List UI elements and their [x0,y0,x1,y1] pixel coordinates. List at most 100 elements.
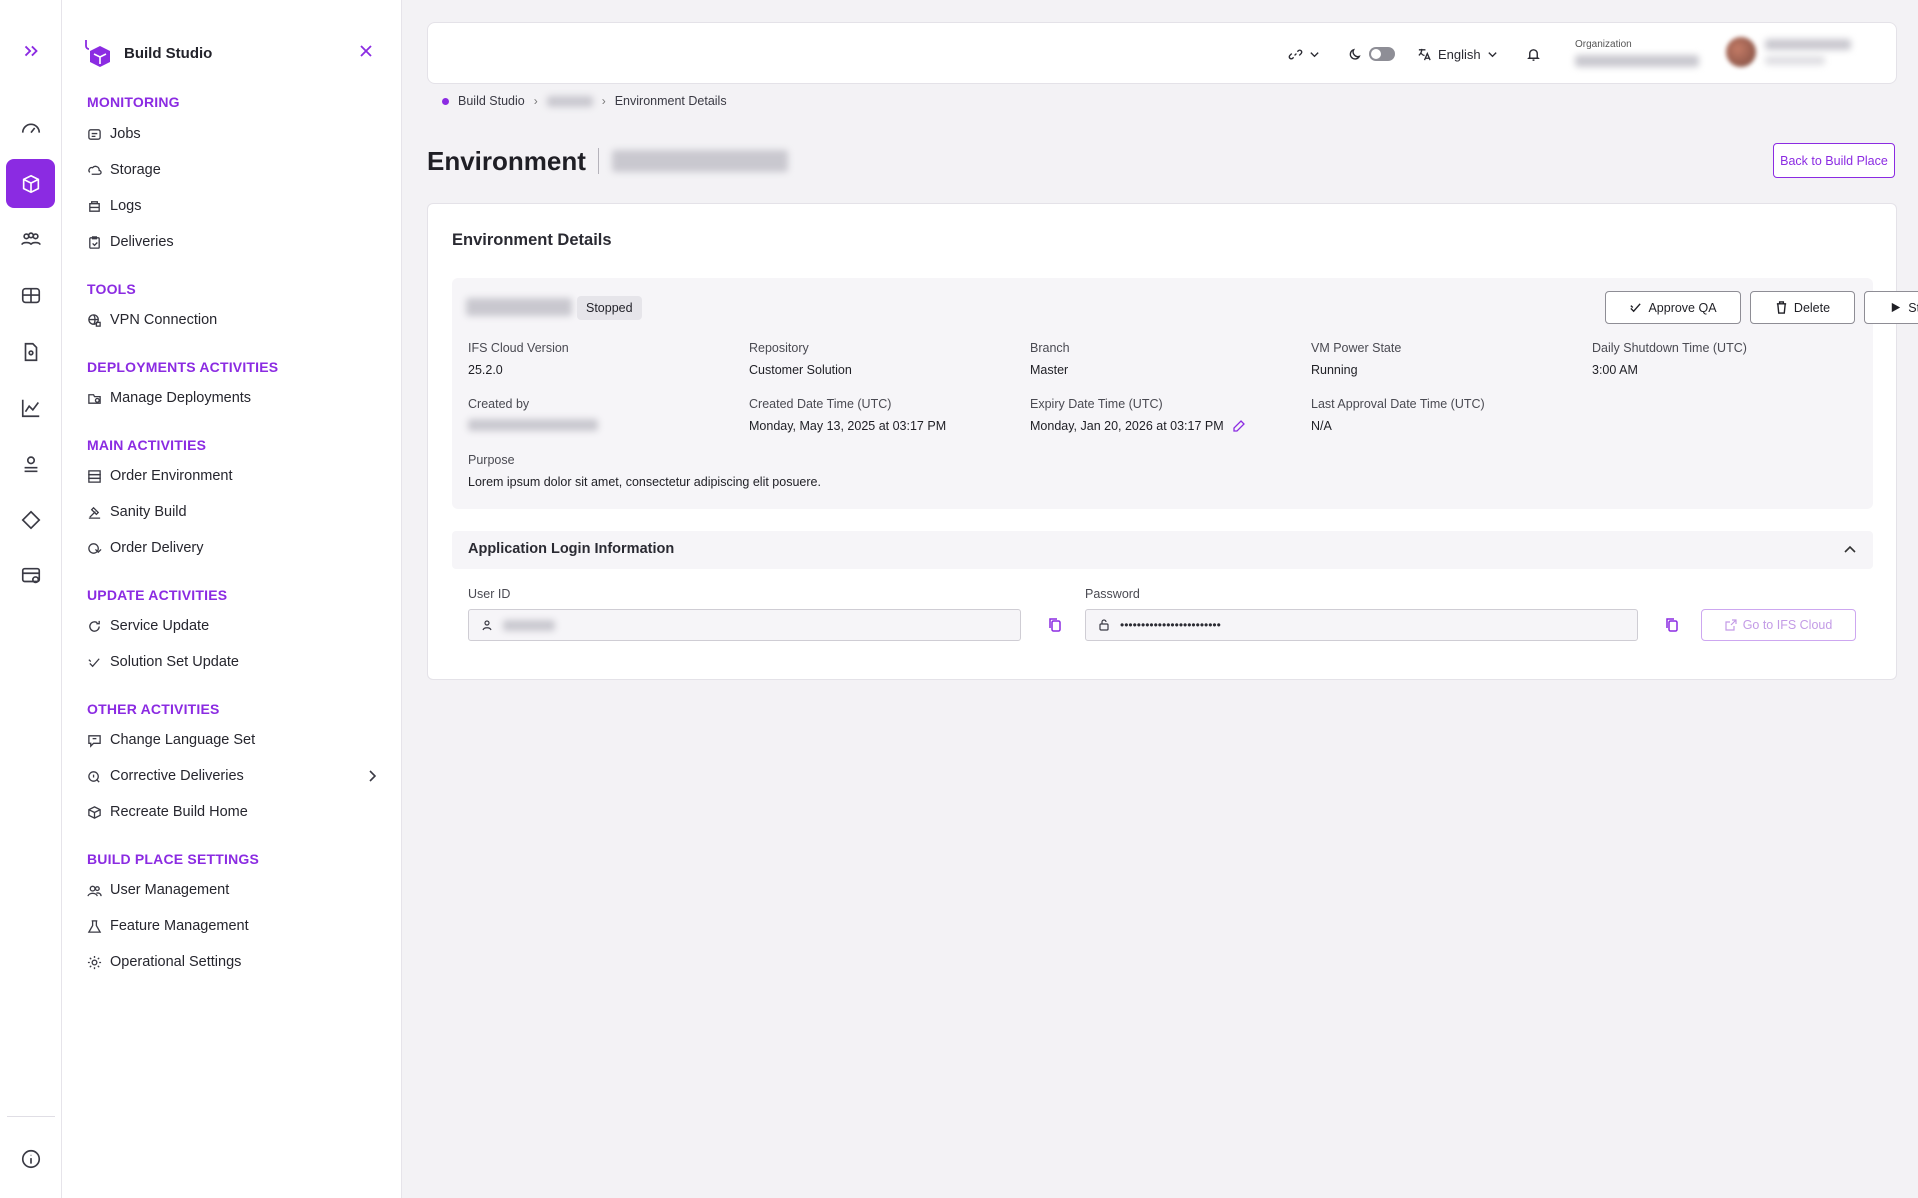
field-ifs-version: IFS Cloud Version 25.2.0 [468,341,569,377]
sidebar-item-sanity-build[interactable]: Sanity Build [87,501,187,523]
login-info-header[interactable]: Application Login Information [452,531,1873,569]
sidebar-item-feature-management[interactable]: Feature Management [87,915,249,937]
sidebar-item-label: Operational Settings [110,954,242,970]
sidebar-item-service-update[interactable]: Service Update [87,615,209,637]
section-deployments: DEPLOYMENTS ACTIVITIES [87,359,279,375]
delete-button[interactable]: Delete [1750,291,1855,324]
sidebar-item-change-language-set[interactable]: Change Language Set [87,729,255,751]
chevron-right-icon[interactable] [365,769,379,783]
sidebar-item-manage-deployments[interactable]: Manage Deployments [87,387,251,409]
details-panel: Stopped Approve QA Delete Start IFS Clou… [452,278,1918,509]
sidebar-item-jobs[interactable]: Jobs [87,123,141,145]
sidebar-item-operational-settings[interactable]: Operational Settings [87,951,241,973]
storage-icon [87,163,102,178]
chevron-up-icon[interactable] [1843,543,1857,557]
approve-qa-button[interactable]: Approve QA [1605,291,1741,324]
password-field[interactable]: •••••••••••••••••••••••• [1085,609,1638,641]
edit-pencil-icon[interactable] [1232,419,1246,433]
sidebar-item-label: Logs [110,198,142,214]
go-to-ifs-cloud-button[interactable]: Go to IFS Cloud [1701,609,1856,641]
link-icon [1288,49,1303,59]
info-icon[interactable] [6,1134,55,1183]
sidebar-item-storage[interactable]: Storage [87,159,161,181]
sidebar-item-user-management[interactable]: User Management [87,879,229,901]
dashboard-gauge-icon[interactable] [6,103,55,152]
sidebar-item-deliveries[interactable]: Deliveries [87,231,174,253]
copy-user-id-icon[interactable] [1046,616,1064,634]
diamond-icon[interactable] [6,495,55,544]
sidebar-item-label: Storage [110,162,161,178]
expand-icon[interactable] [6,26,55,75]
section-tools: TOOLS [87,281,136,297]
section-settings: BUILD PLACE SETTINGS [87,851,260,867]
copy-password-icon[interactable] [1663,616,1681,634]
environment-id-redacted [466,298,572,316]
sidebar-item-corrective-deliveries[interactable]: Corrective Deliveries [87,765,244,787]
close-icon[interactable] [358,43,374,59]
settings-table-icon[interactable] [6,551,55,600]
trash-icon [1776,301,1787,314]
field-expiry-date: Expiry Date Time (UTC) Monday, Jan 20, 2… [1030,397,1246,433]
server-stack-icon [87,469,102,484]
notifications-button[interactable] [1526,23,1541,85]
start-button[interactable]: Start [1864,291,1918,324]
people-group-icon[interactable] [6,215,55,264]
dark-mode-toggle[interactable] [1348,23,1395,85]
sidebar-item-label: Feature Management [110,918,249,934]
line-chart-icon[interactable] [6,383,55,432]
grid-panel-icon[interactable] [6,271,55,320]
sidebar-item-label: Jobs [110,126,141,142]
corrective-delivery-icon [87,769,102,784]
link-menu-button[interactable] [1288,23,1320,85]
box-icon [87,805,102,820]
user-stack-icon[interactable] [6,439,55,488]
icon-rail [0,0,62,1198]
breadcrumb-build-place-redacted[interactable] [546,95,593,107]
field-label: Purpose [468,453,515,467]
back-to-build-place-button[interactable]: Back to Build Place [1773,143,1895,178]
field-value-row: Monday, Jan 20, 2026 at 03:17 PM [1030,419,1246,433]
sidebar-item-label: VPN Connection [110,312,218,328]
sidebar-item-label: Recreate Build Home [110,804,248,820]
field-vm-power-state: VM Power State Running [1311,341,1401,377]
user-id-value-redacted [503,619,555,631]
language-selector[interactable]: English [1417,23,1498,85]
field-branch: Branch Master [1030,341,1070,377]
sidebar-item-solution-set-update[interactable]: Solution Set Update [87,651,239,673]
user-icon [482,620,492,631]
logs-icon [87,199,102,214]
title-divider [598,148,599,174]
jobs-icon [87,127,102,142]
organization-name-redacted[interactable] [1575,55,1699,67]
refresh-icon [87,619,102,634]
avatar[interactable] [1726,37,1756,67]
field-value: Running [1311,363,1358,377]
users-icon [87,883,102,898]
status-badge: Stopped [577,296,642,320]
sidebar-item-vpn[interactable]: VPN Connection [87,309,217,331]
sidebar-title: Build Studio [124,44,213,62]
build-studio-cube-icon[interactable] [6,159,55,208]
field-label: Branch [1030,341,1070,355]
breadcrumb-root[interactable]: Build Studio [458,94,525,108]
document-user-icon[interactable] [6,327,55,376]
sidebar-item-recreate-build-home[interactable]: Recreate Build Home [87,801,248,823]
section-monitoring: MONITORING [87,94,180,110]
sidebar-item-label: Manage Deployments [110,390,252,406]
section-update: UPDATE ACTIVITIES [87,587,228,603]
sidebar-item-order-delivery[interactable]: Order Delivery [87,537,203,559]
sidebar-header: Build Studio [80,36,212,70]
top-bar: English Organization [427,22,1897,84]
user-id-field[interactable] [468,609,1021,641]
field-value: Lorem ipsum dolor sit amet, consectetur … [468,475,821,489]
user-role-redacted [1765,56,1825,65]
sidebar-item-logs[interactable]: Logs [87,195,141,217]
sidebar-item-order-environment[interactable]: Order Environment [87,465,233,487]
sidebar-item-label: Order Environment [110,468,233,484]
delivery-globe-icon [87,541,102,556]
toggle-switch[interactable] [1369,47,1395,61]
sidebar-item-label: Sanity Build [110,504,187,520]
page-title: Environment [427,146,586,176]
field-label: Created Date Time (UTC) [749,397,892,411]
section-other: OTHER ACTIVITIES [87,701,220,717]
